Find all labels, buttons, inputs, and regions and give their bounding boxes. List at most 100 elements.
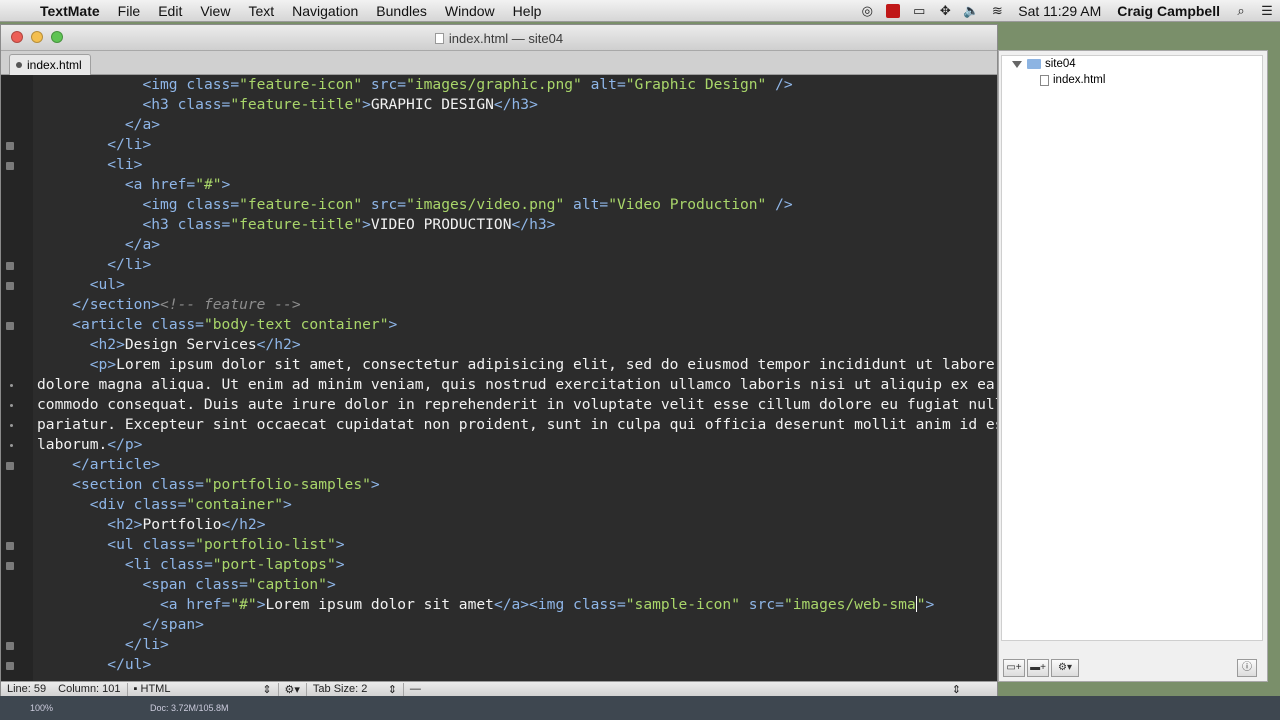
fold-marker-icon[interactable] <box>6 642 14 650</box>
drawer-toolbar: ▭+ ▬+ ⚙▾ ⓘ <box>999 655 1267 681</box>
soft-wrap-dot-icon <box>10 404 13 407</box>
doc-size: Doc: 3.72M/105.8M <box>150 703 229 713</box>
fold-marker-icon[interactable] <box>6 662 14 670</box>
code-line[interactable]: <img class="feature-icon" src="images/gr… <box>37 75 997 95</box>
folder-label: site04 <box>1045 58 1076 70</box>
code-line[interactable]: commodo consequat. Duis aute irure dolor… <box>10 395 997 415</box>
language-icon: ▪ <box>133 682 141 695</box>
symbol-selector[interactable]: — ⇕ <box>404 683 997 696</box>
fold-marker-icon[interactable] <box>6 462 14 470</box>
gear-menu-button[interactable]: ⚙▾ <box>1051 659 1079 677</box>
menu-window[interactable]: Window <box>436 3 504 19</box>
file-icon <box>1040 74 1049 86</box>
menu-help[interactable]: Help <box>504 3 551 19</box>
chevron-updown-icon: ⇕ <box>387 683 397 696</box>
menu-app-name[interactable]: TextMate <box>36 3 109 19</box>
info-button[interactable]: ⓘ <box>1237 659 1257 677</box>
zoom-level: 100% <box>30 703 54 713</box>
menu-clock[interactable]: Sat 11:29 AM <box>1010 3 1109 19</box>
code-line[interactable]: pariatur. Excepteur sint occaecat cupida… <box>10 415 997 435</box>
background-app-strip: 100% Doc: 3.72M/105.8M <box>0 696 1280 720</box>
symbol-label: — <box>409 682 421 695</box>
code-line[interactable]: <ul class="portfolio-list"> <box>6 535 997 555</box>
tab-label: index.html <box>27 58 82 72</box>
code-line[interactable]: </article> <box>6 455 997 475</box>
new-file-button[interactable]: ▭+ <box>1003 659 1025 677</box>
code-line[interactable]: <section class="portfolio-samples"> <box>37 475 997 495</box>
disclosure-triangle-icon[interactable] <box>1012 60 1022 68</box>
list-icon[interactable]: ☰ <box>1254 3 1280 19</box>
creative-cloud-icon[interactable]: ◎ <box>854 3 880 19</box>
code-line[interactable]: <ul> <box>6 275 997 295</box>
menu-edit[interactable]: Edit <box>149 3 191 19</box>
recording-icon[interactable] <box>886 4 901 18</box>
text-cursor <box>915 596 917 612</box>
code-line[interactable]: </li> <box>6 135 997 155</box>
code-line[interactable]: <h2>Portfolio</h2> <box>37 515 997 535</box>
code-line[interactable]: dolore magna aliqua. Ut enim ad minim ve… <box>10 375 997 395</box>
wifi-icon[interactable]: ≋ <box>984 3 1010 19</box>
menu-text[interactable]: Text <box>239 3 283 19</box>
code-line[interactable]: <div class="container"> <box>37 495 997 515</box>
tab-bar: index.html <box>1 51 997 75</box>
fold-marker-icon[interactable] <box>6 562 14 570</box>
code-line[interactable]: </a> <box>37 235 997 255</box>
column-indicator: Column: 101 <box>58 683 121 695</box>
code-line[interactable]: </span> <box>37 615 997 635</box>
chevron-updown-icon: ⇕ <box>262 683 272 696</box>
soft-wrap-dot-icon <box>10 424 13 427</box>
code-line[interactable]: </a> <box>37 115 997 135</box>
tab-index-html[interactable]: index.html <box>9 54 91 75</box>
move-icon[interactable]: ✥ <box>932 3 958 19</box>
tree-folder-site04[interactable]: site04 <box>1002 56 1262 72</box>
fold-marker-icon[interactable] <box>6 262 14 270</box>
code-line[interactable]: <h2>Design Services</h2> <box>37 335 997 355</box>
code-line[interactable]: <a href="#">Lorem ipsum dolor sit amet</… <box>37 595 997 615</box>
code-line[interactable]: <p>Lorem ipsum dolor sit amet, consectet… <box>37 355 997 375</box>
code-line[interactable]: <li> <box>6 155 997 175</box>
code-text[interactable]: <img class="feature-icon" src="images/gr… <box>6 75 997 675</box>
fold-marker-icon[interactable] <box>6 282 14 290</box>
menu-user[interactable]: Craig Campbell <box>1109 3 1228 19</box>
tab-size-selector[interactable]: Tab Size: 2 ⇕ <box>307 683 403 696</box>
code-line[interactable]: <span class="caption"> <box>37 575 997 595</box>
menu-navigation[interactable]: Navigation <box>283 3 367 19</box>
fold-marker-icon[interactable] <box>6 322 14 330</box>
volume-icon[interactable]: 🔈 <box>958 3 984 19</box>
code-line[interactable]: <article class="body-text container"> <box>6 315 997 335</box>
menu-bundles[interactable]: Bundles <box>367 3 436 19</box>
code-line[interactable]: laborum.</p> <box>10 435 997 455</box>
code-line[interactable]: <a href="#"> <box>37 175 997 195</box>
project-drawer: site04 index.html ▭+ ▬+ ⚙▾ ⓘ <box>998 50 1268 682</box>
soft-wrap-dot-icon <box>10 384 13 387</box>
language-selector[interactable]: ▪ HTML ⇕ <box>128 683 278 696</box>
fold-marker-icon[interactable] <box>6 142 14 150</box>
soft-wrap-dot-icon <box>10 444 13 447</box>
menu-file[interactable]: File <box>109 3 150 19</box>
window-title-text: index.html — site04 <box>448 31 564 46</box>
document-icon <box>434 33 444 44</box>
new-folder-button[interactable]: ▬+ <box>1027 659 1049 677</box>
fold-marker-icon[interactable] <box>6 162 14 170</box>
line-indicator: Line: 59 <box>7 683 47 695</box>
window-titlebar[interactable]: index.html — site04 <box>1 25 997 51</box>
folder-icon <box>1027 59 1041 69</box>
file-label: index.html <box>1053 74 1106 86</box>
code-line[interactable]: </li> <box>6 255 997 275</box>
code-line[interactable]: </ul> <box>6 655 997 675</box>
code-line[interactable]: <img class="feature-icon" src="images/vi… <box>37 195 997 215</box>
code-editor[interactable]: <img class="feature-icon" src="images/gr… <box>1 75 997 681</box>
status-area: ◎ ▭ ✥ 🔈 ≋ Sat 11:29 AM Craig Campbell ⌕ … <box>854 0 1280 22</box>
code-line[interactable]: <li class="port-laptops"> <box>6 555 997 575</box>
code-line[interactable]: </section><!-- feature --> <box>37 295 997 315</box>
menu-view[interactable]: View <box>191 3 239 19</box>
code-line[interactable]: <h3 class="feature-title">GRAPHIC DESIGN… <box>37 95 997 115</box>
tree-file-index[interactable]: index.html <box>1002 72 1262 88</box>
code-line[interactable]: </li> <box>6 635 997 655</box>
window-title: index.html — site04 <box>1 31 997 46</box>
settings-gear-icon[interactable]: ⚙▾ <box>279 683 306 696</box>
airplay-icon[interactable]: ▭ <box>906 3 932 19</box>
code-line[interactable]: <h3 class="feature-title">VIDEO PRODUCTI… <box>37 215 997 235</box>
search-icon[interactable]: ⌕ <box>1228 3 1254 19</box>
fold-marker-icon[interactable] <box>6 542 14 550</box>
